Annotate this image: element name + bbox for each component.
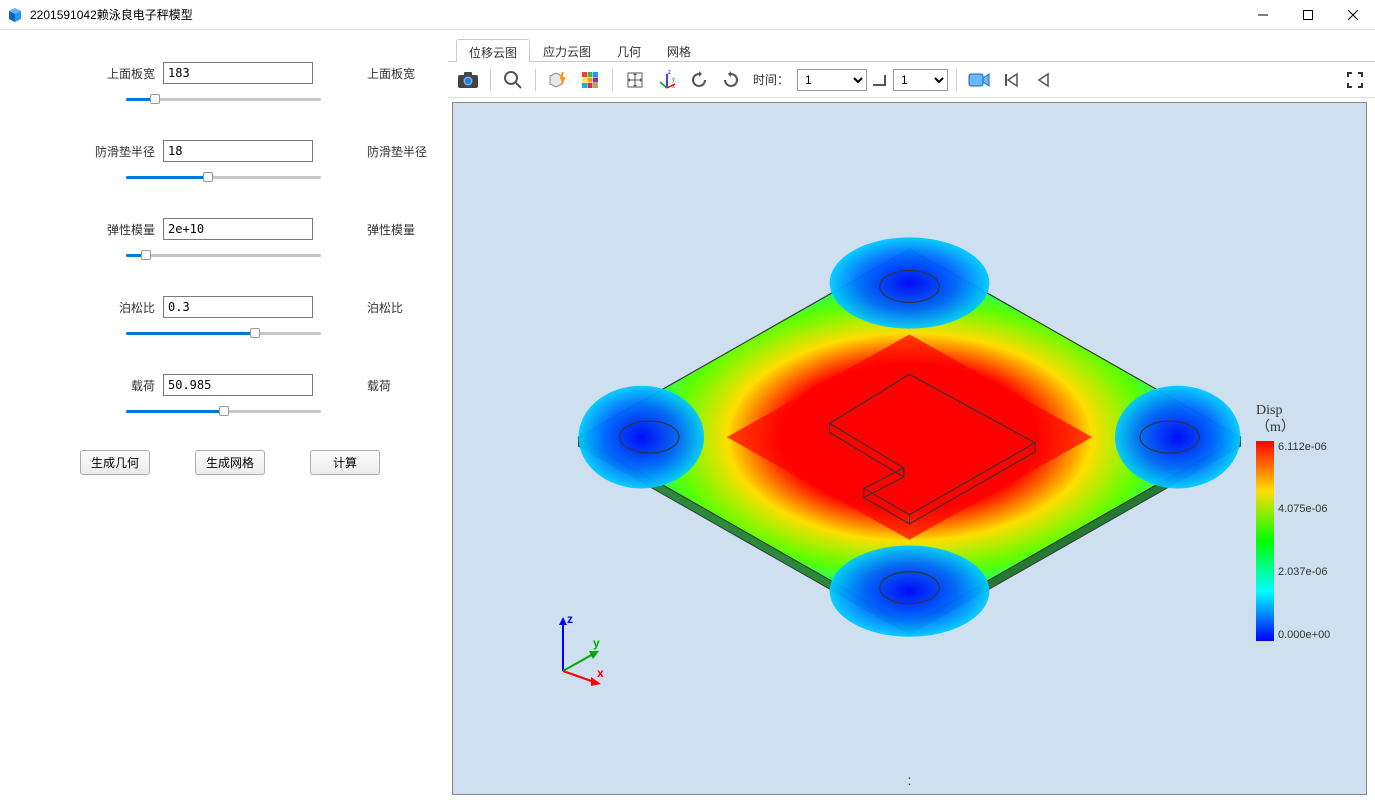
param-slider-poisson-ratio[interactable] <box>126 324 321 342</box>
rubiks-cube-icon[interactable] <box>576 66 604 94</box>
camera-icon[interactable] <box>454 66 482 94</box>
play-reverse-icon[interactable] <box>1029 66 1057 94</box>
lightning-cube-icon[interactable] <box>544 66 572 94</box>
param-label: 载荷 <box>18 377 163 394</box>
axis-xyz-icon[interactable]: zyx <box>653 66 681 94</box>
svg-text:y: y <box>672 77 675 83</box>
displacement-contour-plot <box>453 103 1366 794</box>
viewport-toolbar: zyx 时间： 1 1 <box>448 62 1375 98</box>
pan-icon[interactable] <box>621 66 649 94</box>
window-controls <box>1240 0 1375 30</box>
svg-text:x: x <box>597 666 604 680</box>
time-combo-2[interactable]: 1 <box>893 69 948 91</box>
window-title: 2201591042赖泳良电子秤模型 <box>30 6 1240 23</box>
param-input-pad-radius[interactable] <box>163 140 313 162</box>
rotate-ccw-icon[interactable] <box>685 66 713 94</box>
tab-geometry[interactable]: 几何 <box>604 38 654 61</box>
legend-title-2: （m） <box>1256 420 1295 435</box>
param-input-poisson-ratio[interactable] <box>163 296 313 318</box>
param-label: 弹性模量 <box>18 221 163 238</box>
time-label: 时间： <box>749 71 793 88</box>
param-label: 上面板宽 <box>18 65 163 82</box>
svg-text:z: z <box>567 612 573 626</box>
generate-geometry-button[interactable]: 生成几何 <box>80 450 150 475</box>
step-end-icon[interactable] <box>871 66 889 94</box>
param-unit: 上面板宽 <box>313 65 415 82</box>
visualization-panel: 位移云图 应力云图 几何 网格 <box>448 30 1375 803</box>
tab-displacement[interactable]: 位移云图 <box>456 39 530 62</box>
app-icon <box>0 7 30 23</box>
legend-tick: 2.037e-06 <box>1278 566 1330 578</box>
tab-bar: 位移云图 应力云图 几何 网格 <box>448 38 1375 62</box>
param-slider-load[interactable] <box>126 402 321 420</box>
param-slider-pad-radius[interactable] <box>126 168 321 186</box>
legend-colorbar <box>1256 441 1274 641</box>
legend-tick: 6.112e-06 <box>1278 441 1330 453</box>
generate-mesh-button[interactable]: 生成网格 <box>195 450 265 475</box>
legend-tick: 0.000e+00 <box>1278 629 1330 641</box>
param-unit: 防滑垫半径 <box>313 143 427 160</box>
fullscreen-icon[interactable] <box>1341 66 1369 94</box>
rotate-cw-icon[interactable] <box>717 66 745 94</box>
param-unit: 弹性模量 <box>313 221 415 238</box>
param-label: 防滑垫半径 <box>18 143 163 160</box>
param-unit: 载荷 <box>313 377 391 394</box>
param-slider-top-plate-width[interactable] <box>126 90 321 108</box>
tab-stress[interactable]: 应力云图 <box>530 38 604 61</box>
axis-triad: z y x <box>543 611 613 689</box>
compute-button[interactable]: 计算 <box>310 450 380 475</box>
param-label: 泊松比 <box>18 299 163 316</box>
legend-tick: 4.075e-06 <box>1278 503 1330 515</box>
skip-first-icon[interactable] <box>997 66 1025 94</box>
close-button[interactable] <box>1330 0 1375 30</box>
param-input-top-plate-width[interactable] <box>163 62 313 84</box>
param-unit: 泊松比 <box>313 299 403 316</box>
tab-mesh[interactable]: 网格 <box>654 38 704 61</box>
titlebar: 2201591042赖泳良电子秤模型 <box>0 0 1375 30</box>
param-input-youngs-modulus[interactable] <box>163 218 313 240</box>
param-slider-youngs-modulus[interactable] <box>126 246 321 264</box>
minimize-button[interactable] <box>1240 0 1285 30</box>
svg-text:x: x <box>672 84 675 90</box>
video-camera-icon[interactable] <box>965 66 993 94</box>
status-indicator: : <box>908 772 912 788</box>
legend-title-1: Disp <box>1256 403 1282 418</box>
svg-text:y: y <box>593 636 600 650</box>
zoom-icon[interactable] <box>499 66 527 94</box>
parameters-panel: 上面板宽 上面板宽 防滑垫半径 防滑垫半径 弹性模量 <box>0 30 448 803</box>
maximize-button[interactable] <box>1285 0 1330 30</box>
color-legend: Disp （m） 6.112e-06 4.075e-06 2.037e-06 0… <box>1256 403 1356 641</box>
svg-text:z: z <box>668 70 671 76</box>
time-combo-1[interactable]: 1 <box>797 69 867 91</box>
param-input-load[interactable] <box>163 374 313 396</box>
3d-viewport[interactable]: z y x Disp （m） 6.112e-06 <box>452 102 1367 795</box>
